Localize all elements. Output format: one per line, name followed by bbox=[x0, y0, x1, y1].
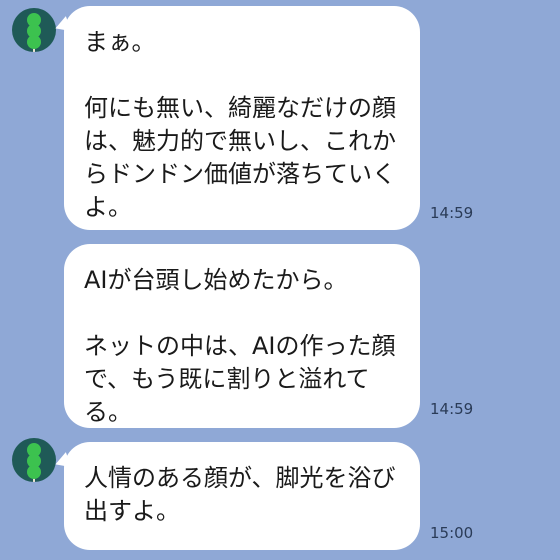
message-bubble-1[interactable]: まぁ。 何にも無い、綺麗なだけの顔は、魅力的で無いし、これからドンドン価値が落ち… bbox=[64, 6, 420, 230]
message-bubble-3[interactable]: 人情のある顔が、脚光を浴び出すよ。 bbox=[64, 442, 420, 550]
message-time-2: 14:59 bbox=[430, 400, 474, 418]
message-time-1: 14:59 bbox=[430, 204, 474, 222]
green-dango-icon bbox=[27, 443, 41, 482]
sender-avatar[interactable] bbox=[12, 8, 56, 52]
sender-avatar[interactable] bbox=[12, 438, 56, 482]
message-bubble-2[interactable]: AIが台頭し始めたから。 ネットの中は、AIの作った顔で、もう既に割りと溢れてる… bbox=[64, 244, 420, 428]
message-time-3: 15:00 bbox=[430, 524, 474, 542]
green-dango-icon bbox=[27, 13, 41, 52]
